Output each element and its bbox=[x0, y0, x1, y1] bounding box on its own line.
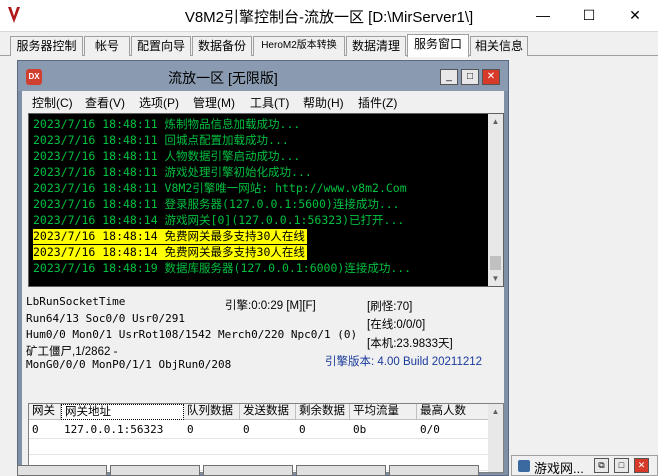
minimized-window-bar[interactable] bbox=[389, 465, 479, 476]
refresh-monsters: [刷怪:70] bbox=[367, 301, 413, 313]
log-line: 2023/7/16 18:48:11 回城点配置加载成功... bbox=[33, 133, 289, 147]
menu-view[interactable]: 查看(V) bbox=[85, 94, 125, 111]
restore-button[interactable]: ⧉ bbox=[594, 458, 609, 473]
title-bar: V8M2引擎控制台-流放一区 [D:\MirServer1\] — ☐ ✕ bbox=[0, 0, 658, 32]
close-button[interactable]: ✕ bbox=[612, 0, 658, 30]
gateway-icon bbox=[518, 460, 530, 472]
col-remaining-data[interactable]: 剩余数据 bbox=[296, 404, 350, 420]
scroll-up-icon[interactable]: ▲ bbox=[488, 114, 503, 129]
mon-stats: MonG0/0/0 MonP0/1/1 ObjRun0/208 bbox=[26, 358, 232, 371]
scroll-thumb[interactable] bbox=[490, 256, 501, 270]
menu-options[interactable]: 选项(P) bbox=[139, 94, 179, 111]
online-count: [在线:0/0/0] bbox=[367, 319, 426, 331]
minimized-window-bar[interactable] bbox=[203, 465, 293, 476]
gw-cell-send: 0 bbox=[243, 423, 250, 436]
log-panel[interactable]: 2023/7/16 18:48:11 炼制物品信息加载成功... 2023/7/… bbox=[28, 113, 504, 287]
log-line: 2023/7/16 18:48:11 V8M2引擎唯一网站: http://ww… bbox=[33, 181, 407, 195]
gw-cell-address: 127.0.0.1:56323 bbox=[64, 423, 164, 436]
lb-run-socket-time: LbRunSocketTime bbox=[26, 295, 126, 308]
tab-server-control[interactable]: 服务器控制 bbox=[10, 36, 83, 56]
col-send-data[interactable]: 发送数据 bbox=[240, 404, 296, 420]
col-gateway-address[interactable]: 网关地址 bbox=[61, 404, 184, 420]
menu-help[interactable]: 帮助(H) bbox=[303, 94, 344, 111]
grid-line bbox=[29, 454, 489, 455]
tab-service-window[interactable]: 服务窗口 bbox=[407, 34, 469, 57]
log-line-highlighted: 2023/7/16 18:48:14 免费网关最多支持30人在线 bbox=[33, 229, 307, 244]
minimized-game-gateway-window[interactable]: 游戏网... ⧉ □ ✕ bbox=[511, 455, 658, 476]
hum-stats: Hum0/0 Mon0/1 UsrRot108/1542 Merch0/220 … bbox=[26, 328, 358, 341]
mine-zombie: 矿工僵尸,1/2862 - bbox=[26, 346, 118, 358]
col-gateway[interactable]: 网关 bbox=[29, 404, 61, 420]
log-line: 2023/7/16 18:48:11 登录服务器(127.0.0.1:5600)… bbox=[33, 197, 400, 211]
tab-config-wizard[interactable]: 配置向导 bbox=[131, 36, 191, 56]
log-line: 2023/7/16 18:48:14 游戏网关[0](127.0.0.1:563… bbox=[33, 213, 405, 227]
grid-line bbox=[29, 438, 489, 439]
tab-related-info[interactable]: 相关信息 bbox=[470, 36, 528, 56]
menu-bar: 控制(C) 查看(V) 选项(P) 管理(M) 工具(T) 帮助(H) 插件(Z… bbox=[22, 91, 504, 111]
gw-cell-gateway: 0 bbox=[32, 423, 39, 436]
log-line: 2023/7/16 18:48:11 人物数据引擎启动成功... bbox=[33, 149, 301, 163]
scroll-up-icon[interactable]: ▲ bbox=[488, 404, 503, 419]
inner-minimize-button[interactable]: _ bbox=[440, 69, 458, 85]
tab-data-backup[interactable]: 数据备份 bbox=[192, 36, 252, 56]
minimized-window-title: 游戏网... bbox=[534, 461, 584, 476]
gw-cell-remaining: 0 bbox=[299, 423, 306, 436]
gw-cell-queue: 0 bbox=[187, 423, 194, 436]
menu-plugins[interactable]: 插件(Z) bbox=[358, 94, 397, 111]
log-line-highlighted: 2023/7/16 18:48:14 免费网关最多支持30人在线 bbox=[33, 245, 307, 260]
run-stats: Run64/13 Soc0/0 Usr0/291 bbox=[26, 312, 185, 325]
inner-close-button[interactable]: ✕ bbox=[482, 69, 500, 85]
tab-strip: 服务器控制 帐号 配置向导 数据备份 HeroM2版本转换 数据清理 服务窗口 … bbox=[0, 32, 658, 57]
gw-cell-traffic: 0b bbox=[353, 423, 367, 436]
tab-data-cleanup[interactable]: 数据清理 bbox=[346, 36, 406, 56]
maximize-button[interactable]: □ bbox=[614, 458, 629, 473]
tab-account[interactable]: 帐号 bbox=[84, 36, 130, 56]
minimized-window-bar[interactable] bbox=[17, 465, 107, 476]
menu-tools[interactable]: 工具(T) bbox=[250, 94, 289, 111]
gw-cell-max-players: 0/0 bbox=[420, 423, 440, 436]
scroll-down-icon[interactable]: ▼ bbox=[488, 271, 503, 286]
log-line: 2023/7/16 18:48:11 游戏处理引擎初始化成功... bbox=[33, 165, 312, 179]
inner-window-title: 流放一区 [无限版] bbox=[168, 70, 278, 86]
col-avg-traffic[interactable]: 平均流量 bbox=[350, 404, 417, 420]
engine-version: 引擎版本: 4.00 Build 20211212 bbox=[325, 356, 483, 368]
engine-time: 引擎:0:0:29 [M][F] bbox=[225, 300, 316, 312]
menu-control[interactable]: 控制(C) bbox=[32, 94, 73, 111]
menu-manage[interactable]: 管理(M) bbox=[193, 94, 235, 111]
col-max-players[interactable]: 最高人数 bbox=[417, 404, 489, 420]
col-queue-data[interactable]: 队列数据 bbox=[184, 404, 240, 420]
inner-title-bar: DX 流放一区 [无限版] _ □ ✕ bbox=[18, 61, 508, 91]
tab-herom2-convert[interactable]: HeroM2版本转换 bbox=[253, 36, 345, 56]
inner-window: DX 流放一区 [无限版] _ □ ✕ 控制(C) 查看(V) 选项(P) 管理… bbox=[17, 60, 509, 476]
minimize-button[interactable]: — bbox=[520, 0, 566, 30]
log-line: 2023/7/16 18:48:19 数据库服务器(127.0.0.1:6000… bbox=[33, 261, 412, 275]
maximize-button[interactable]: ☐ bbox=[566, 0, 612, 30]
minimized-window-bar[interactable] bbox=[296, 465, 386, 476]
log-line: 2023/7/16 18:48:11 炼制物品信息加载成功... bbox=[33, 117, 301, 131]
inner-maximize-button[interactable]: □ bbox=[461, 69, 479, 85]
log-scrollbar[interactable]: ▲ ▼ bbox=[488, 114, 503, 286]
minimized-window-bar[interactable] bbox=[110, 465, 200, 476]
inner-client-area: 控制(C) 查看(V) 选项(P) 管理(M) 工具(T) 帮助(H) 插件(Z… bbox=[22, 91, 504, 473]
close-button[interactable]: ✕ bbox=[634, 458, 649, 473]
gateway-scrollbar[interactable]: ▲ bbox=[488, 404, 503, 472]
local-uptime: [本机:23.9833天] bbox=[367, 338, 453, 350]
gateway-table[interactable]: 网关 网关地址 队列数据 发送数据 剩余数据 平均流量 最高人数 0 127.0… bbox=[28, 403, 504, 473]
